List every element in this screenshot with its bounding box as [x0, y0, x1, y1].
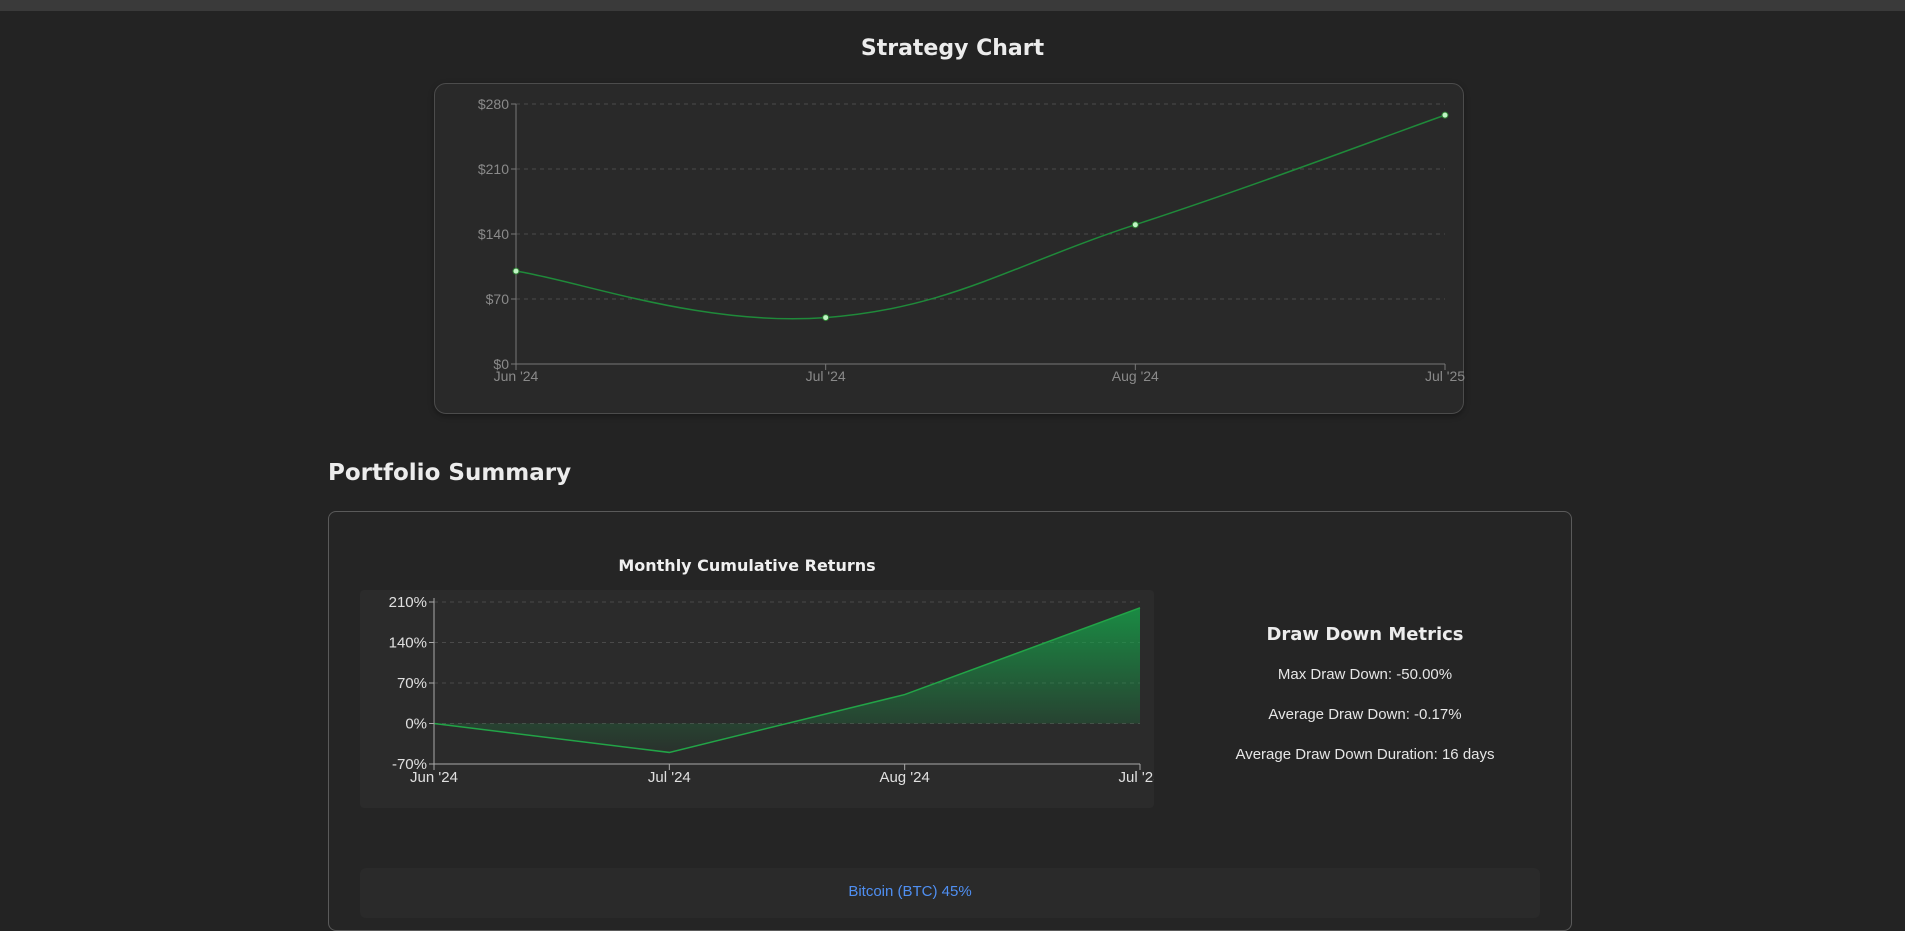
portfolio-summary-title: Portfolio Summary — [328, 460, 572, 486]
x-tick-label: Aug '24 — [879, 769, 929, 786]
allocation-item-btc[interactable]: Bitcoin (BTC) 45% — [360, 883, 1460, 900]
strategy-data-point — [512, 267, 520, 275]
strategy-series-line — [515, 114, 1446, 320]
draw-down-metrics: Draw Down Metrics Max Draw Down: -50.00%… — [1185, 624, 1545, 785]
browser-top-bar — [0, 0, 1905, 11]
x-tick-label: Jul '25 — [1425, 368, 1465, 384]
y-tick-label: 140% — [389, 635, 427, 652]
y-tick-label: 0% — [405, 716, 427, 733]
monthly-returns-svg: -70%0%70%140%210%Jun '24 Jul '24 Aug '24 Ju… — [389, 594, 1154, 786]
average-draw-down: Average Draw Down: -0.17% — [1268, 706, 1462, 723]
monthly-returns-chart: -70% 0% 70% 140% 210% Jun '24 Jul '24 Aug '24 Ju… — [360, 590, 1154, 808]
returns-area — [434, 607, 1140, 753]
y-tick-label: $280 — [478, 96, 509, 112]
strategy-chart-svg: $0$70$140$210$280Jun '24 Jul '24 Aug '24 Ju… — [478, 96, 1465, 384]
x-tick-label: Jun '24 — [410, 769, 458, 786]
max-draw-down: Max Draw Down: -50.00% — [1277, 666, 1453, 683]
x-tick-label: Aug '24 — [1112, 368, 1159, 384]
strategy-data-point — [1131, 221, 1139, 229]
monthly-returns-title: Monthly Cumulative Returns — [618, 556, 876, 575]
x-tick-label: Jun '24 — [494, 368, 539, 384]
strategy-data-point — [1441, 111, 1449, 119]
allocation-panel: Bitcoin (BTC) 45% — [360, 868, 1540, 918]
x-tick-label: Jul '24 — [648, 769, 691, 786]
y-tick-label: $210 — [478, 161, 509, 177]
x-tick-label: Jul '24 — [806, 368, 846, 384]
strategy-data-point — [822, 314, 830, 322]
strategy-chart-card: $0 $70 $140 $210 $280 Jun '24 Jul '24 Aug '24 Ju… — [434, 83, 1465, 414]
strategy-chart-title: Strategy Chart — [860, 36, 1045, 61]
x-tick-label: Jul '25 — [1119, 769, 1154, 786]
y-tick-label: $140 — [478, 226, 509, 242]
average-draw-down-duration: Average Draw Down Duration: 16 days — [1235, 746, 1495, 763]
draw-down-title: Draw Down Metrics — [1266, 624, 1464, 645]
y-tick-label: $70 — [486, 291, 510, 307]
y-tick-label: 210% — [389, 594, 427, 611]
y-tick-label: 70% — [397, 675, 427, 692]
